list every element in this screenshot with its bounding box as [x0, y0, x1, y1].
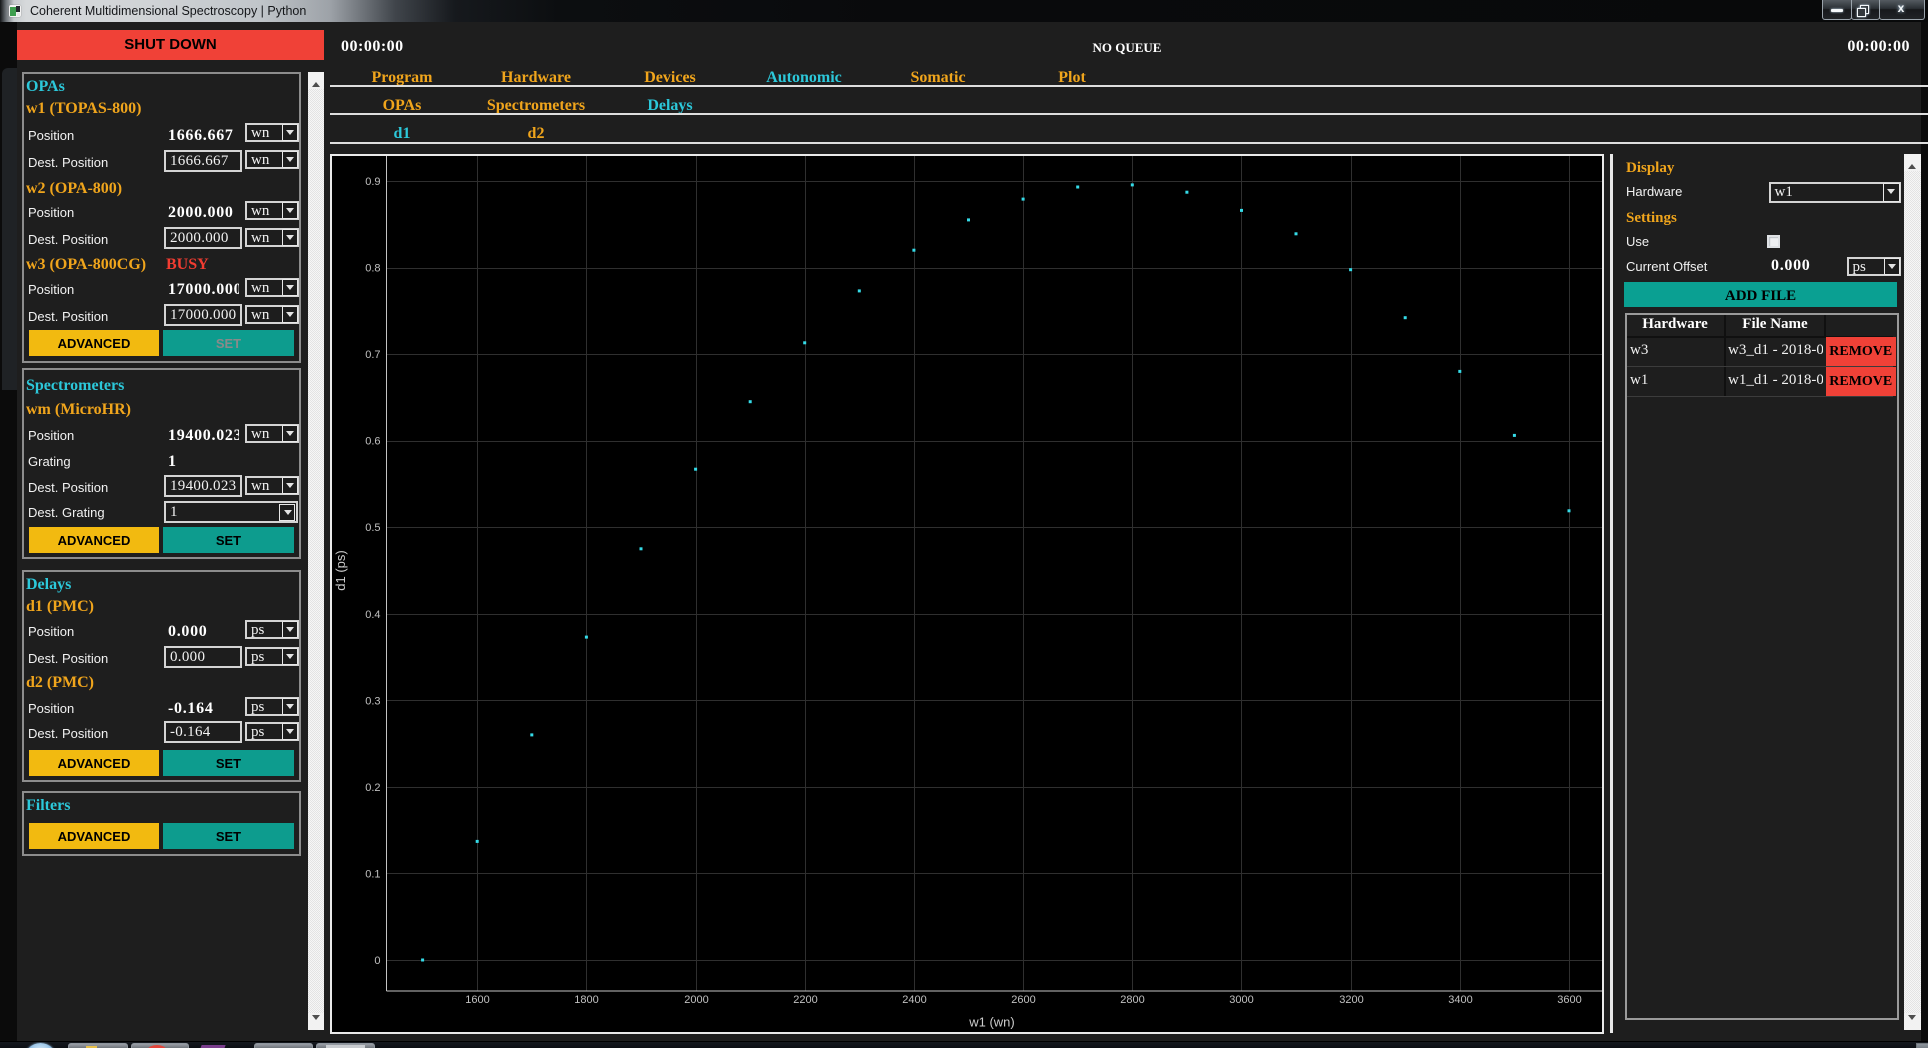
svg-text:2400: 2400 — [902, 994, 926, 1006]
svg-text:1800: 1800 — [574, 994, 598, 1006]
svg-text:3400: 3400 — [1448, 994, 1472, 1006]
svg-text:3200: 3200 — [1339, 994, 1363, 1006]
svg-text:0.4: 0.4 — [365, 608, 380, 620]
svg-text:0.1: 0.1 — [365, 868, 380, 880]
svg-text:2200: 2200 — [793, 994, 817, 1006]
svg-text:2000: 2000 — [684, 994, 708, 1006]
svg-text:2600: 2600 — [1011, 994, 1035, 1006]
svg-text:1600: 1600 — [465, 994, 489, 1006]
svg-text:3600: 3600 — [1557, 994, 1581, 1006]
svg-text:0.8: 0.8 — [365, 262, 380, 274]
svg-text:0.6: 0.6 — [365, 435, 380, 447]
svg-text:w1 (wn): w1 (wn) — [968, 1014, 1015, 1029]
svg-text:3000: 3000 — [1229, 994, 1253, 1006]
svg-text:0.2: 0.2 — [365, 781, 380, 793]
svg-text:0.3: 0.3 — [365, 695, 380, 707]
svg-text:d1 (ps): d1 (ps) — [333, 550, 348, 590]
svg-text:0.7: 0.7 — [365, 349, 380, 361]
svg-text:0.9: 0.9 — [365, 176, 380, 188]
svg-text:0.5: 0.5 — [365, 522, 380, 534]
svg-text:0: 0 — [374, 955, 380, 967]
svg-text:2800: 2800 — [1120, 994, 1144, 1006]
